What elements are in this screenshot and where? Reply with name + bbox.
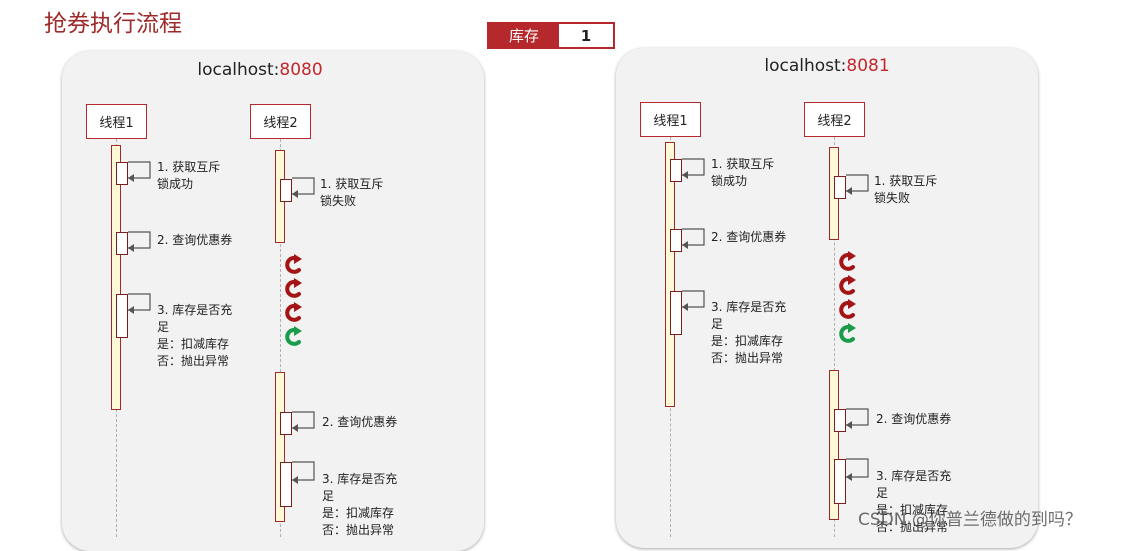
thread2-step1-text: 1. 获取互斥 锁失败 bbox=[874, 174, 938, 205]
server-title: localhost:8080 bbox=[197, 60, 322, 80]
server-host: localhost: bbox=[197, 60, 280, 80]
thread1-step1-text: 1. 获取互斥 锁成功 bbox=[711, 157, 775, 188]
server-port: 8080 bbox=[279, 60, 323, 80]
thread1-step1-text: 1. 获取互斥 锁成功 bbox=[157, 160, 221, 191]
stock-value: 1 bbox=[559, 24, 613, 47]
thread2-step3-text: 3. 库存是否充 足 是：扣减库存 否：抛出异常 bbox=[322, 472, 398, 537]
thread1-box: 线程1 bbox=[640, 102, 701, 137]
thread1-step2-text: 2. 查询优惠券 bbox=[157, 233, 233, 247]
diagram-title: 抢券执行流程 bbox=[44, 11, 182, 37]
server-host: localhost: bbox=[764, 56, 847, 76]
server-title: localhost:8081 bbox=[764, 56, 889, 76]
thread2-box: 线程2 bbox=[804, 102, 865, 137]
server-port: 8081 bbox=[846, 56, 890, 76]
thread2-step2-text: 2. 查询优惠券 bbox=[876, 412, 952, 426]
thread2-self-arrows-2 bbox=[846, 408, 869, 481]
thread1-step2-text: 2. 查询优惠券 bbox=[711, 230, 787, 244]
thread2-step2-text: 2. 查询优惠券 bbox=[322, 415, 398, 429]
thread2-box: 线程2 bbox=[250, 104, 311, 139]
thread2-self-arrow-1 bbox=[292, 177, 315, 198]
retry-loop-icon bbox=[839, 251, 856, 343]
thread2-self-arrow-1 bbox=[846, 174, 869, 195]
thread1-step3-text: 3. 库存是否充 足 是：扣减库存 否：抛出异常 bbox=[157, 303, 233, 368]
thread1-self-arrows bbox=[128, 161, 151, 314]
retry-loop-icon bbox=[285, 254, 302, 346]
stock-label: 库存 bbox=[489, 24, 559, 47]
thread1-self-arrows bbox=[682, 158, 705, 311]
watermark: CSDN @你普兰德做的到吗？ bbox=[858, 510, 1082, 530]
thread2-self-arrows-2 bbox=[292, 411, 315, 484]
stock-indicator: 库存 1 bbox=[487, 22, 615, 49]
thread2-step1-text: 1. 获取互斥 锁失败 bbox=[320, 177, 384, 208]
thread1-step3-text: 3. 库存是否充 足 是：扣减库存 否：抛出异常 bbox=[711, 300, 787, 365]
thread1-box: 线程1 bbox=[86, 104, 147, 139]
